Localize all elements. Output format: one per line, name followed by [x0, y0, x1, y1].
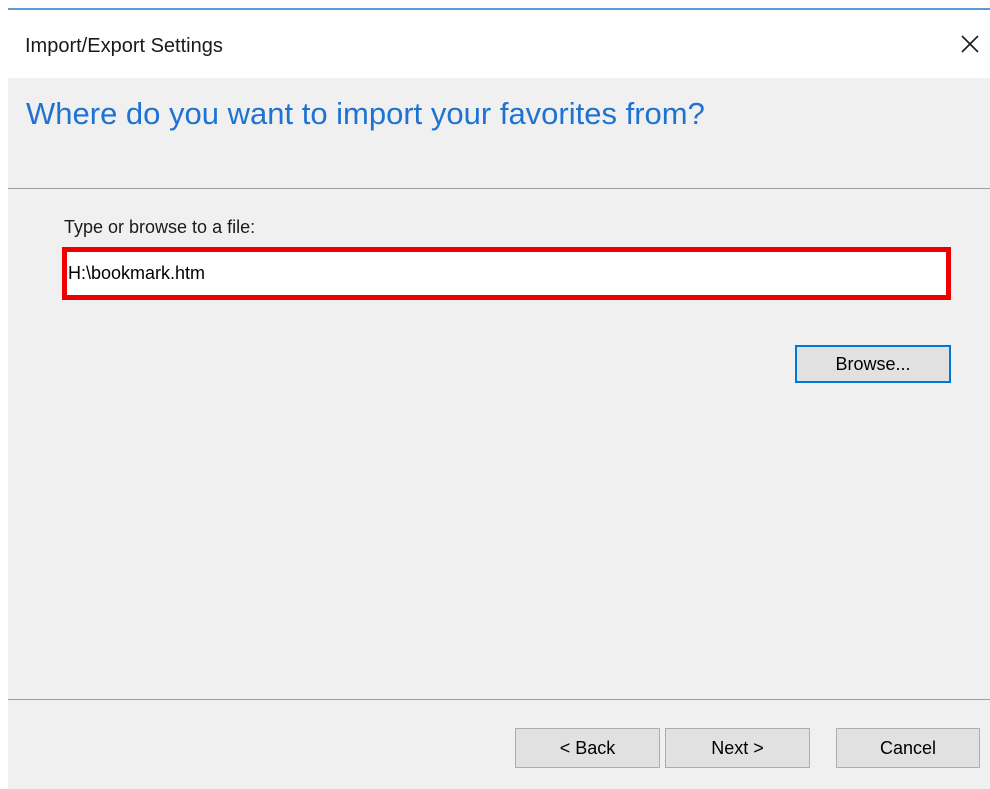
window-title: Import/Export Settings [25, 35, 223, 57]
next-button[interactable]: Next > [665, 728, 810, 768]
browse-button[interactable]: Browse... [795, 345, 951, 383]
back-button[interactable]: < Back [515, 728, 660, 768]
page-heading: Where do you want to import your favorit… [26, 96, 705, 131]
import-export-dialog: Import/Export Settings Where do you want… [8, 8, 990, 789]
cancel-button[interactable]: Cancel [836, 728, 980, 768]
header-divider [8, 188, 990, 189]
file-path-input[interactable] [67, 252, 946, 295]
close-button[interactable] [950, 28, 990, 60]
file-field-label: Type or browse to a file: [64, 217, 256, 237]
dialog-header: Where do you want to import your favorit… [8, 78, 990, 188]
title-bar: Import/Export Settings [8, 10, 990, 78]
footer-divider [8, 699, 990, 700]
close-icon [961, 35, 979, 53]
file-path-highlight [62, 247, 951, 300]
